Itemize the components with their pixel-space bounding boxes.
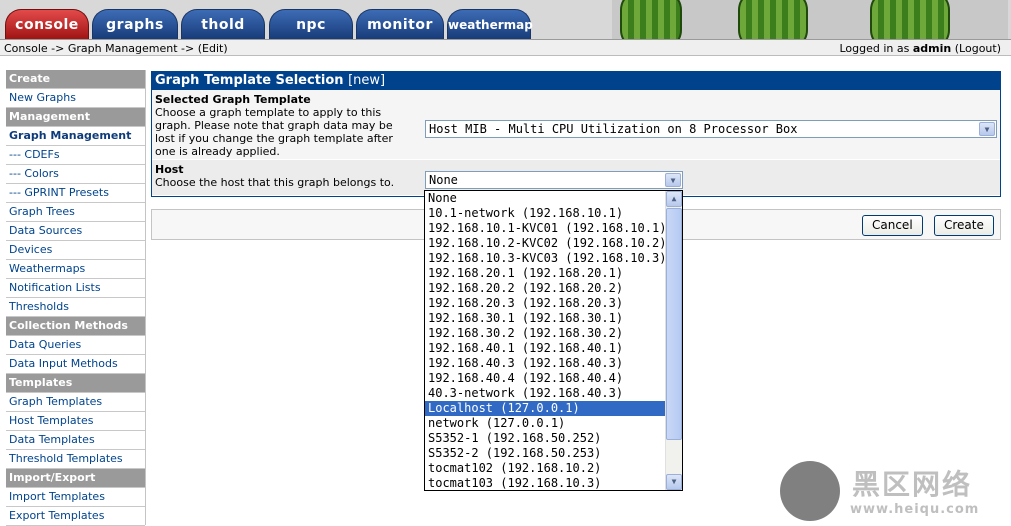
scroll-down-icon[interactable]: ▼ — [666, 474, 682, 490]
host-label: Host — [155, 163, 184, 176]
host-option[interactable]: tocmat102 (192.168.10.2) — [425, 461, 665, 476]
host-option[interactable]: 192.168.30.1 (192.168.30.1) — [425, 311, 665, 326]
login-status: Logged in as admin (Logout) — [840, 42, 1002, 55]
sidebar-item-host-templates[interactable]: Host Templates — [6, 412, 145, 431]
dropdown-scrollbar[interactable]: ▲ ▼ — [665, 191, 682, 490]
sidebar-section-management: Management — [6, 108, 145, 127]
host-option[interactable]: 192.168.30.2 (192.168.30.2) — [425, 326, 665, 341]
logo-cactus-shape — [870, 0, 950, 39]
host-option[interactable]: network (127.0.0.1) — [425, 416, 665, 431]
host-option[interactable]: 192.168.20.1 (192.168.20.1) — [425, 266, 665, 281]
sidebar-item-new-graphs[interactable]: New Graphs — [6, 89, 145, 108]
tab-monitor[interactable]: monitor — [356, 9, 444, 39]
host-option[interactable]: 192.168.20.3 (192.168.20.3) — [425, 296, 665, 311]
host-option[interactable]: 10.1-network (192.168.10.1) — [425, 206, 665, 221]
watermark-url: www.heiqu.com — [850, 502, 980, 517]
sidebar-item-graph-management[interactable]: Graph Management — [6, 127, 145, 146]
chevron-down-icon[interactable]: ▼ — [979, 122, 995, 136]
cacti-logo — [612, 0, 1008, 39]
sidebar-item-export-templates[interactable]: Export Templates — [6, 507, 145, 526]
template-description: Choose a graph template to apply to this… — [155, 106, 393, 158]
graph-template-panel: Graph Template Selection [new] Selected … — [151, 71, 1001, 197]
scrollbar-thumb[interactable] — [666, 208, 682, 440]
sidebar-item-graph-trees[interactable]: Graph Trees — [6, 203, 145, 222]
breadcrumb[interactable]: Console -> Graph Management -> (Edit) — [4, 42, 228, 55]
sidebar-item-gprint-presets[interactable]: --- GPRINT Presets — [6, 184, 145, 203]
tab-weathermap[interactable]: weathermap — [447, 9, 533, 39]
sidebar-item-devices[interactable]: Devices — [6, 241, 145, 260]
host-option[interactable]: tocmat103 (192.168.10.3) — [425, 476, 665, 490]
host-option[interactable]: 192.168.10.1-KVC01 (192.168.10.1) — [425, 221, 666, 236]
login-prefix: Logged in as — [839, 42, 913, 55]
cancel-button[interactable]: Cancel — [862, 215, 923, 236]
template-label: Selected Graph Template — [155, 93, 311, 106]
template-row: Selected Graph Template Choose a graph t… — [152, 90, 1000, 160]
login-user: admin — [912, 42, 952, 55]
host-dropdown-list[interactable]: None 10.1-network (192.168.10.1) 192.168.1… — [424, 190, 683, 491]
sidebar-item-import-templates[interactable]: Import Templates — [6, 488, 145, 507]
sidebar-item-graph-templates[interactable]: Graph Templates — [6, 393, 145, 412]
logo-cactus-shape — [738, 0, 808, 39]
watermark-logo-icon — [780, 461, 840, 521]
logout-link[interactable]: (Logout) — [955, 42, 1001, 55]
host-option[interactable]: 40.3-network (192.168.40.3) — [425, 386, 665, 401]
sidebar-item-notification-lists[interactable]: Notification Lists — [6, 279, 145, 298]
create-button[interactable]: Create — [934, 215, 994, 236]
panel-title-text: Graph Template Selection — [155, 73, 344, 88]
host-option[interactable]: 192.168.40.4 (192.168.40.4) — [425, 371, 665, 386]
sidebar-section-templates: Templates — [6, 374, 145, 393]
host-option[interactable]: None — [425, 191, 665, 206]
host-select[interactable]: None ▼ — [425, 171, 683, 189]
sidebar-section-import-export: Import/Export — [6, 469, 145, 488]
logo-cactus-shape — [620, 0, 682, 39]
host-option[interactable]: 192.168.10.3-KVC03 (192.168.10.3) — [425, 251, 666, 266]
host-option[interactable]: Localhost (127.0.0.1) — [425, 401, 665, 416]
host-option[interactable]: 192.168.40.1 (192.168.40.1) — [425, 341, 665, 356]
panel-title: Graph Template Selection [new] — [152, 72, 1000, 90]
tab-graphs[interactable]: graphs — [92, 9, 178, 39]
watermark-text: 黑区网络 — [852, 468, 973, 501]
sidebar-item-data-input-methods[interactable]: Data Input Methods — [6, 355, 145, 374]
host-option[interactable]: 192.168.40.3 (192.168.40.3) — [425, 356, 665, 371]
panel-title-suffix: [new] — [348, 73, 386, 88]
sidebar-section-create: Create — [6, 70, 145, 89]
host-option[interactable]: 192.168.20.2 (192.168.20.2) — [425, 281, 665, 296]
graph-template-select[interactable]: Host MIB - Multi CPU Utilization on 8 Pr… — [425, 120, 997, 138]
graph-template-value: Host MIB - Multi CPU Utilization on 8 Pr… — [429, 122, 798, 136]
sidebar-item-data-sources[interactable]: Data Sources — [6, 222, 145, 241]
sidebar-item-thresholds[interactable]: Thresholds — [6, 298, 145, 317]
scroll-up-icon[interactable]: ▲ — [666, 191, 682, 207]
host-option[interactable]: S5352-1 (192.168.50.252) — [425, 431, 665, 446]
host-option-list: None 10.1-network (192.168.10.1) 192.168.1… — [425, 191, 666, 490]
host-option[interactable]: S5352-2 (192.168.50.253) — [425, 446, 665, 461]
sidebar-item-colors[interactable]: --- Colors — [6, 165, 145, 184]
sidebar-item-threshold-templates[interactable]: Threshold Templates — [6, 450, 145, 469]
host-description: Choose the host that this graph belongs … — [155, 176, 395, 189]
breadcrumb-bar: Console -> Graph Management -> (Edit) Lo… — [0, 40, 1011, 56]
sidebar-item-cdefs[interactable]: --- CDEFs — [6, 146, 145, 165]
tab-npc[interactable]: npc — [269, 9, 353, 39]
tab-console[interactable]: console — [5, 9, 89, 39]
sidebar-item-data-templates[interactable]: Data Templates — [6, 431, 145, 450]
sidebar-section-collection-methods: Collection Methods — [6, 317, 145, 336]
sidebar-item-weathermaps[interactable]: Weathermaps — [6, 260, 145, 279]
chevron-down-icon[interactable]: ▼ — [665, 173, 681, 187]
host-select-value: None — [429, 173, 458, 187]
sidebar-menu: Create New Graphs Management Graph Manageme… — [0, 70, 146, 526]
tab-thold[interactable]: thold — [181, 9, 265, 39]
top-tab-bar: console graphs thold npc monitor weather… — [0, 0, 1011, 40]
host-option[interactable]: 192.168.10.2-KVC02 (192.168.10.2) — [425, 236, 666, 251]
sidebar-item-data-queries[interactable]: Data Queries — [6, 336, 145, 355]
